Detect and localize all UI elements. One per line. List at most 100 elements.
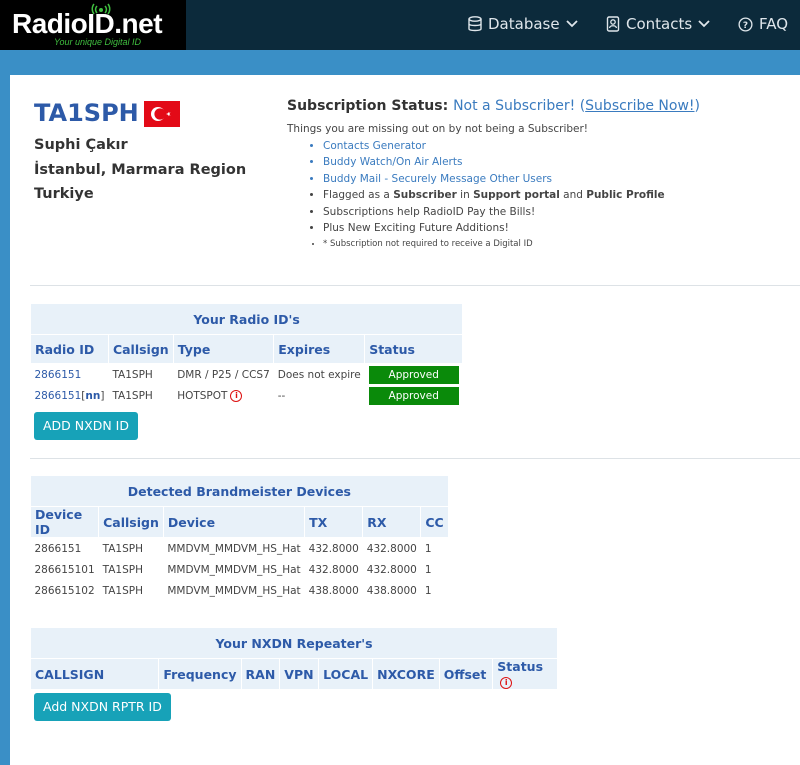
col-expires: Expires — [273, 334, 366, 364]
col-rx: RX — [362, 506, 422, 538]
row-callsign: TA1SPH — [112, 389, 153, 402]
nav-contacts[interactable]: Contacts — [606, 15, 710, 33]
turkey-flag-icon — [144, 101, 180, 127]
row-type-cell: HOTSPOT i — [173, 385, 274, 406]
logo-tagline: Your unique Digital ID — [54, 37, 142, 47]
info-icon[interactable]: i — [230, 389, 243, 402]
benefit-note: * Subscription not required to receive a… — [323, 236, 665, 252]
add-nxdn-rptr-id-button[interactable]: Add NXDN RPTR ID — [34, 693, 171, 721]
nav-database[interactable]: Database — [468, 15, 578, 33]
question-circle-icon: ? — [738, 16, 753, 32]
subscription-state: Not a Subscriber! — [453, 98, 576, 114]
table-row: 2866151[nn] TA1SPH HOTSPOT i -- Approved — [31, 385, 463, 406]
nav-faq[interactable]: ? FAQ — [738, 15, 788, 33]
bm-devices-table: Detected Brandmeister Devices Device ID … — [29, 475, 449, 601]
section-divider — [30, 285, 800, 286]
profile-card: TA1SPH Suphi Çakır İstanbul, Marmara Reg… — [10, 75, 800, 765]
section-divider — [30, 458, 800, 459]
benefits-list: Contacts Generator Buddy Watch/On Air Al… — [307, 138, 665, 253]
device-tx: 432.8000 — [308, 563, 359, 576]
info-icon[interactable]: i — [500, 676, 513, 689]
benefit-buddy-mail[interactable]: Buddy Mail - Securely Message Other User… — [323, 171, 665, 187]
col-status-label: Status — [497, 659, 544, 674]
benefit-future: Plus New Exciting Future Additions! — [323, 220, 665, 236]
col-type: Type — [172, 334, 275, 364]
row-type: HOTSPOT — [177, 389, 228, 402]
device-callsign: TA1SPH — [102, 563, 143, 576]
svg-text:?: ? — [743, 20, 748, 30]
nav-database-label: Database — [488, 15, 560, 33]
table-row: 2866151 TA1SPH MMDVM_MMDVM_HS_Hat 432.80… — [31, 538, 449, 560]
subscription-status: Subscription Status: Not a Subscriber! (… — [287, 98, 700, 114]
row-callsign: TA1SPH — [112, 368, 153, 381]
col-cc: CC — [420, 506, 449, 538]
benefit-buddy-watch[interactable]: Buddy Watch/On Air Alerts — [323, 154, 665, 170]
nxdn-repeaters-caption: Your NXDN Repeater's — [30, 627, 558, 659]
subscription-label: Subscription Status: — [287, 98, 449, 114]
device-tx: 432.8000 — [308, 542, 359, 555]
missing-benefits-text: Things you are missing out on by not bei… — [287, 123, 589, 135]
profile-callsign: TA1SPH — [34, 99, 139, 127]
device-id: 286615102 — [34, 584, 95, 597]
benefit-pay-bills: Subscriptions help RadioID Pay the Bills… — [323, 204, 665, 220]
nn-bracket-close: ] — [100, 389, 105, 402]
profile-name: Suphi Çakır — [34, 137, 128, 153]
status-badge: Approved — [368, 365, 459, 384]
device-cc: 1 — [424, 563, 432, 576]
device-rx: 432.8000 — [366, 563, 417, 576]
device-callsign: TA1SPH — [102, 584, 143, 597]
col-callsign: Callsign — [98, 506, 164, 538]
col-offset: Offset — [438, 658, 494, 690]
row-type: DMR / P25 / CCS7 — [177, 368, 270, 381]
subscribe-now-link[interactable]: Subscribe Now! — [585, 98, 694, 114]
benefit-flagged: Flagged as a Subscriber in Support porta… — [323, 187, 665, 203]
col-frequency: Frequency — [158, 658, 242, 690]
device-tx: 438.8000 — [308, 584, 359, 597]
device-cc: 1 — [424, 584, 432, 597]
table-row: 286615101 TA1SPH MMDVM_MMDVM_HS_Hat 432.… — [31, 559, 449, 580]
device-cc: 1 — [424, 542, 432, 555]
nav-contacts-label: Contacts — [626, 15, 693, 33]
col-vpn: VPN — [279, 658, 320, 690]
radio-id-link[interactable]: 2866151 — [35, 390, 82, 402]
profile-country: Turkiye — [34, 186, 94, 202]
col-callsign: Callsign — [107, 334, 174, 364]
col-nxcore: NXCORE — [372, 658, 440, 690]
radio-ids-caption: Your Radio ID's — [29, 303, 464, 335]
col-device-id: Device ID — [29, 506, 100, 538]
table-row: 286615102 TA1SPH MMDVM_MMDVM_HS_Hat 438.… — [31, 580, 449, 601]
col-device: Device — [162, 506, 306, 538]
radio-id-cell: 2866151[nn] — [31, 385, 109, 406]
site-logo[interactable]: RadioID.net Your unique Digital ID — [0, 0, 186, 50]
row-expires: Does not expire — [277, 368, 361, 381]
device-name: MMDVM_MMDVM_HS_Hat — [167, 563, 301, 576]
col-tx: TX — [304, 506, 364, 538]
profile-city: İstanbul, Marmara Region — [34, 162, 247, 178]
table-row: 2866151 TA1SPH DMR / P25 / CCS7 Does not… — [31, 364, 463, 386]
nn-suffix[interactable]: nn — [85, 390, 100, 402]
bm-devices-caption: Detected Brandmeister Devices — [30, 475, 449, 507]
logo-text: RadioID.net — [12, 8, 163, 39]
chevron-down-icon — [698, 20, 710, 28]
nxdn-repeaters-table: Your NXDN Repeater's CALLSIGN Frequency … — [29, 627, 558, 690]
col-ran: RAN — [240, 658, 281, 690]
subscription-value: Not a Subscriber! (Subscribe Now!) — [453, 98, 700, 114]
device-rx: 438.8000 — [366, 584, 417, 597]
benefit-contacts-generator[interactable]: Contacts Generator — [323, 138, 665, 154]
radio-id-link[interactable]: 2866151 — [31, 364, 109, 386]
radio-ids-table: Your Radio ID's Radio ID Callsign Type E… — [29, 303, 464, 406]
device-name: MMDVM_MMDVM_HS_Hat — [167, 584, 301, 597]
col-status: Status — [364, 334, 464, 364]
device-callsign: TA1SPH — [102, 542, 143, 555]
contacts-icon — [606, 16, 620, 32]
add-nxdn-id-button[interactable]: ADD NXDN ID — [34, 412, 138, 440]
device-rx: 432.8000 — [366, 542, 417, 555]
col-status: Status i — [492, 658, 558, 690]
top-navbar: RadioID.net Your unique Digital ID Datab… — [0, 0, 800, 50]
database-icon — [468, 16, 482, 32]
col-callsign: CALLSIGN — [29, 658, 160, 690]
row-expires: -- — [277, 389, 286, 402]
device-name: MMDVM_MMDVM_HS_Hat — [167, 542, 301, 555]
device-id: 2866151 — [34, 542, 82, 555]
status-badge: Approved — [368, 386, 459, 405]
